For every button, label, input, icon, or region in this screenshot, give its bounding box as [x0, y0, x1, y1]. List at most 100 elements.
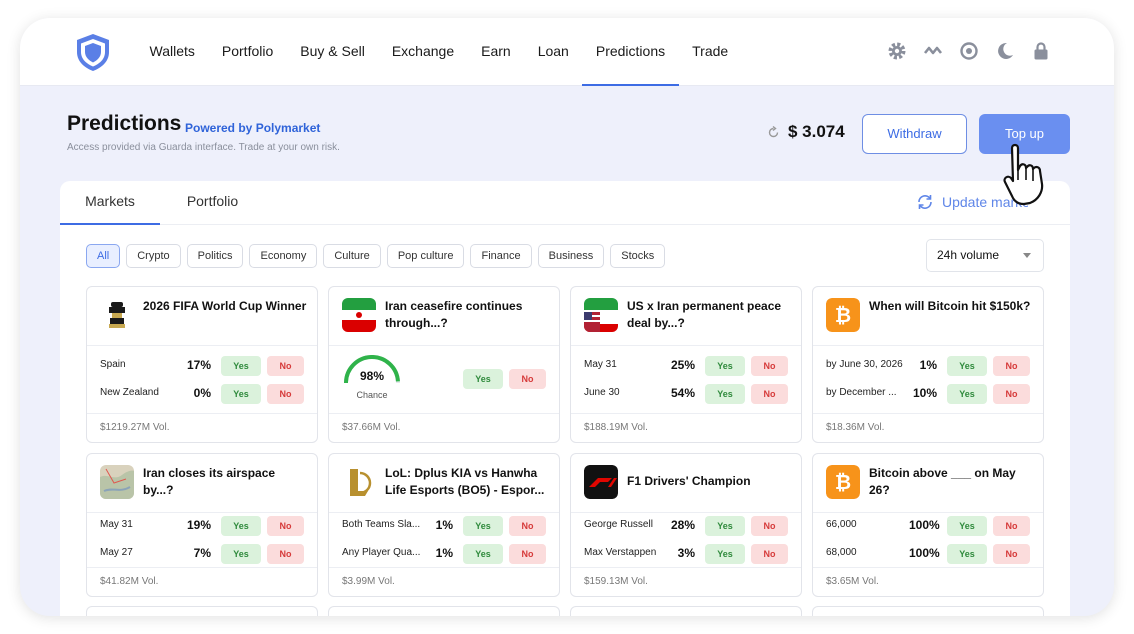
market-card[interactable]: ₿ When will Bitcoin hit $150k? by June 3… — [812, 286, 1044, 443]
outcome-percent: 0% — [193, 386, 211, 400]
no-button[interactable]: No — [993, 356, 1030, 376]
tab-markets[interactable]: Markets — [60, 181, 160, 225]
no-button[interactable]: No — [267, 356, 304, 376]
card-footer: $3.65M Vol. — [813, 567, 1043, 596]
market-card-partial[interactable] — [86, 606, 318, 616]
gear-icon[interactable] — [886, 40, 908, 62]
volume-text: $3.99M Vol. — [342, 576, 395, 587]
swap-wave-icon[interactable] — [922, 40, 944, 62]
no-button[interactable]: No — [751, 516, 788, 536]
card-header: 2026 FIFA World Cup Winner — [87, 287, 317, 346]
sort-select[interactable]: 24h volume — [926, 239, 1044, 272]
market-card[interactable]: Iran closes its airspace by...? May 31 1… — [86, 453, 318, 597]
market-card[interactable]: LoL: Dplus KIA vs Hanwha Life Esports (B… — [328, 453, 560, 597]
no-button[interactable]: No — [267, 544, 304, 564]
powered-by-link[interactable]: Powered by Polymarket — [185, 121, 320, 135]
moon-icon[interactable] — [994, 40, 1016, 62]
market-card-partial[interactable] — [328, 606, 560, 616]
filter-politics[interactable]: Politics — [186, 244, 244, 268]
filter-business[interactable]: Business — [537, 244, 605, 268]
outcome-percent: 25% — [670, 358, 695, 372]
yes-button[interactable]: Yes — [221, 356, 261, 376]
yes-button[interactable]: Yes — [463, 516, 503, 536]
market-card-partial[interactable] — [570, 606, 802, 616]
tab-bar: Markets Portfolio Update markets — [60, 181, 1070, 225]
card-footer: $41.82M Vol. — [87, 567, 317, 596]
toolbar-icons — [886, 40, 1052, 62]
outcome-row: George Russell 28% Yes No — [571, 516, 801, 536]
refresh-balance-icon[interactable] — [767, 126, 780, 139]
card-header: F1 Drivers' Champion — [571, 454, 801, 513]
market-card[interactable]: Iran ceasefire continues through...? 98%… — [328, 286, 560, 443]
filter-economy[interactable]: Economy — [249, 244, 318, 268]
nav-trade[interactable]: Trade — [679, 18, 742, 86]
nav-portfolio[interactable]: Portfolio — [208, 18, 286, 86]
nav-loan[interactable]: Loan — [524, 18, 582, 86]
yes-button[interactable]: Yes — [705, 516, 745, 536]
market-card[interactable]: F1 Drivers' Champion George Russell 28% … — [570, 453, 802, 597]
svg-text:₿: ₿ — [835, 472, 851, 494]
yes-button[interactable]: Yes — [947, 516, 987, 536]
filter-pop-culture[interactable]: Pop culture — [386, 244, 465, 268]
history-icon[interactable] — [958, 40, 980, 62]
tab-portfolio[interactable]: Portfolio — [170, 181, 255, 225]
outcome-row: Yes No — [329, 369, 559, 389]
filter-culture[interactable]: Culture — [323, 244, 381, 268]
card-title: LoL: Dplus KIA vs Hanwha Life Esports (B… — [385, 466, 545, 497]
nav-wallets[interactable]: Wallets — [136, 18, 208, 86]
yes-button[interactable]: Yes — [221, 384, 261, 404]
nav-buy-sell[interactable]: Buy & Sell — [287, 18, 379, 86]
lock-icon[interactable] — [1030, 40, 1052, 62]
yes-button[interactable]: Yes — [463, 544, 503, 564]
outcome-row: Max Verstappen 3% Yes No — [571, 544, 801, 564]
no-button[interactable]: No — [751, 356, 788, 376]
card-footer: $1219.27M Vol. — [87, 413, 317, 442]
yes-button[interactable]: Yes — [705, 356, 745, 376]
filter-stocks[interactable]: Stocks — [610, 244, 666, 268]
yes-button[interactable]: Yes — [463, 369, 503, 389]
yes-button[interactable]: Yes — [705, 384, 745, 404]
no-button[interactable]: No — [993, 384, 1030, 404]
no-button[interactable]: No — [751, 544, 788, 564]
card-footer: $18.36M Vol. — [813, 413, 1043, 442]
yes-button[interactable]: Yes — [221, 544, 261, 564]
outcome-percent: 19% — [186, 518, 211, 532]
yes-button[interactable]: Yes — [947, 356, 987, 376]
no-button[interactable]: No — [993, 544, 1030, 564]
nav-exchange[interactable]: Exchange — [378, 18, 467, 86]
withdraw-button[interactable]: Withdraw — [862, 114, 967, 154]
markets-panel: Markets Portfolio Update markets All Cry… — [60, 181, 1070, 616]
no-button[interactable]: No — [509, 516, 546, 536]
card-header: LoL: Dplus KIA vs Hanwha Life Esports (B… — [329, 454, 559, 513]
market-card[interactable]: 2026 FIFA World Cup Winner Spain 17% Yes… — [86, 286, 318, 443]
no-button[interactable]: No — [267, 516, 304, 536]
yes-button[interactable]: Yes — [947, 544, 987, 564]
league-of-legends-icon — [342, 465, 376, 499]
market-card[interactable]: ₿ Bitcoin above ___ on May 26? 66,000 10… — [812, 453, 1044, 597]
outcome-percent: 3% — [677, 546, 695, 560]
card-title: F1 Drivers' Champion — [627, 474, 751, 488]
yes-button[interactable]: Yes — [705, 544, 745, 564]
no-button[interactable]: No — [267, 384, 304, 404]
card-header: ₿ When will Bitcoin hit $150k? — [813, 287, 1043, 346]
nav-earn[interactable]: Earn — [468, 18, 525, 86]
filter-finance[interactable]: Finance — [470, 244, 532, 268]
bitcoin-icon: ₿ — [826, 298, 860, 332]
no-button[interactable]: No — [993, 516, 1030, 536]
no-button[interactable]: No — [509, 544, 546, 564]
no-button[interactable]: No — [751, 384, 788, 404]
guarda-shield-logo[interactable] — [74, 32, 112, 72]
outcome-percent: 1% — [435, 546, 453, 560]
yes-button[interactable]: Yes — [221, 516, 261, 536]
market-card-partial[interactable] — [812, 606, 1044, 616]
filter-all[interactable]: All — [86, 244, 121, 268]
no-button[interactable]: No — [509, 369, 546, 389]
nav-predictions[interactable]: Predictions — [582, 18, 679, 86]
chance-label: Chance — [356, 390, 388, 400]
volume-text: $41.82M Vol. — [100, 576, 159, 587]
market-card[interactable]: US x Iran permanent peace deal by...? Ma… — [570, 286, 802, 443]
filter-crypto[interactable]: Crypto — [126, 244, 181, 268]
outcome-percent: 54% — [670, 386, 695, 400]
volume-text: $1219.27M Vol. — [100, 422, 170, 433]
yes-button[interactable]: Yes — [947, 384, 987, 404]
